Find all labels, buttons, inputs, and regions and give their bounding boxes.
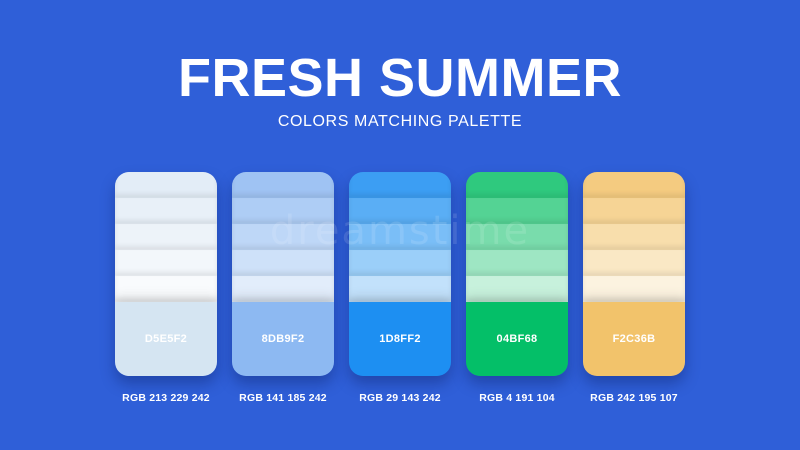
tint-strip [583, 172, 685, 198]
tint-strip [466, 224, 568, 250]
base-color-block: 04BF68 [466, 302, 568, 376]
tint-strip [232, 224, 334, 250]
color-swatch-card: F2C36B [583, 172, 685, 376]
hex-code-label: F2C36B [612, 333, 656, 345]
color-swatch-card: 8DB9F2 [232, 172, 334, 376]
tint-strip [115, 224, 217, 250]
tint-strip [349, 276, 451, 302]
hex-code-label: D5E5F2 [144, 333, 188, 345]
base-color-block: 1D8FF2 [349, 302, 451, 376]
tint-strip [115, 276, 217, 302]
hex-code-label: 8DB9F2 [261, 333, 305, 345]
tint-strip [232, 250, 334, 276]
tint-strip [583, 198, 685, 224]
tint-strip [232, 276, 334, 302]
page-subtitle: COLORS MATCHING PALETTE [277, 113, 523, 130]
base-color-block: F2C36B [583, 302, 685, 376]
base-color-block: D5E5F2 [115, 302, 217, 376]
tint-strip [466, 250, 568, 276]
tint-strip [466, 198, 568, 224]
hex-code-label: 1D8FF2 [379, 333, 421, 345]
tint-strip [349, 198, 451, 224]
tint-strip [583, 276, 685, 302]
rgb-value-label: RGB 141 185 242 [239, 392, 327, 404]
tint-strip [232, 198, 334, 224]
page-title: FRESH SUMMER [177, 48, 622, 108]
rgb-value-label: RGB 29 143 242 [359, 392, 441, 404]
tint-strip [583, 250, 685, 276]
color-swatch-card: D5E5F2 [115, 172, 217, 376]
tint-strip [349, 224, 451, 250]
tint-strip [583, 224, 685, 250]
tint-strip [232, 172, 334, 198]
rgb-value-label: RGB 213 229 242 [122, 392, 210, 404]
tint-strip [349, 172, 451, 198]
palette-swatches: D5E5F2 8DB9F2 1D8FF2 04BF68 F2C36B [115, 172, 685, 376]
tint-strip [466, 276, 568, 302]
rgb-value-label: RGB 242 195 107 [590, 392, 678, 404]
tint-strip [349, 250, 451, 276]
base-color-block: 8DB9F2 [232, 302, 334, 376]
tint-strip [466, 172, 568, 198]
tint-strip [115, 172, 217, 198]
tint-strip [115, 198, 217, 224]
hex-code-label: 04BF68 [496, 333, 538, 345]
rgb-value-label: RGB 4 191 104 [479, 392, 555, 404]
tint-strip [115, 250, 217, 276]
color-swatch-card: 1D8FF2 [349, 172, 451, 376]
color-swatch-card: 04BF68 [466, 172, 568, 376]
